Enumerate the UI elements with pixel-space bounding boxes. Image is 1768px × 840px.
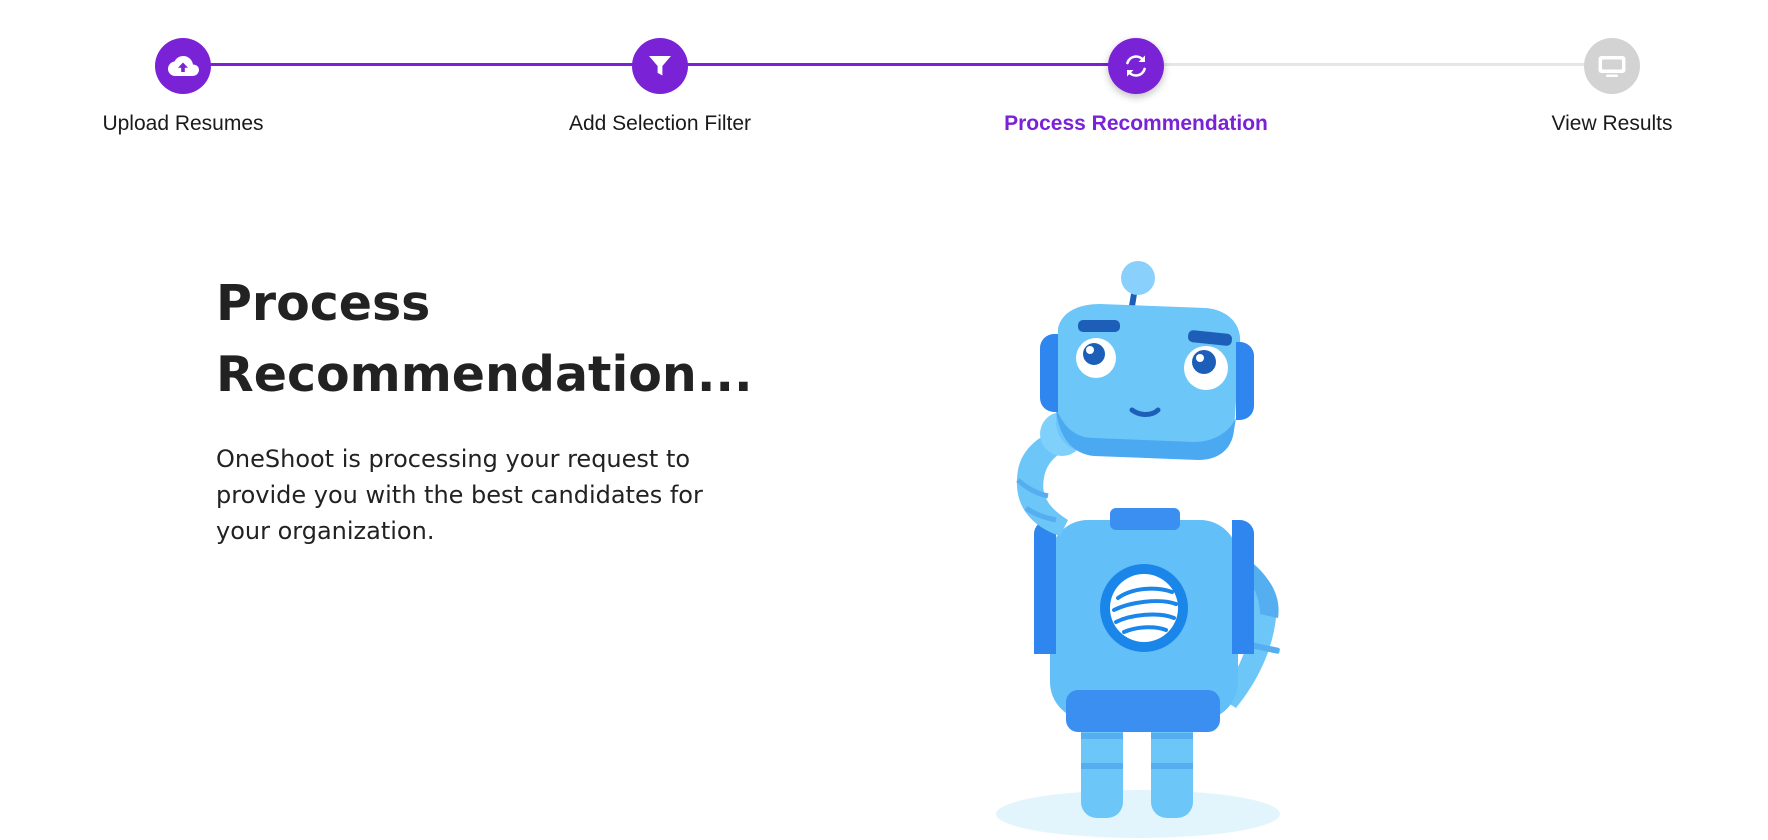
step-view-results[interactable]	[1584, 38, 1640, 94]
stepper-track-completed-1	[183, 63, 660, 66]
step-process-recommendation[interactable]	[1108, 38, 1164, 94]
step-add-selection-filter[interactable]	[632, 38, 688, 94]
step-label-upload-resumes: Upload Resumes	[102, 112, 264, 135]
cloud-upload-icon	[168, 56, 199, 76]
thinking-robot-illustration	[996, 261, 1280, 838]
step-label-add-selection-filter: Add Selection Filter	[568, 112, 752, 135]
stepper-track-pending	[1136, 63, 1612, 66]
process-recommendation-page: Upload Resumes Add Selection Filter Proc…	[0, 0, 1768, 840]
stepper-track-completed-2	[660, 63, 1136, 66]
filter-icon	[649, 56, 671, 76]
page-description: OneShoot is processing your request to p…	[216, 445, 703, 545]
sync-icon	[1126, 55, 1146, 77]
page-title: Process Recommendation...	[216, 275, 753, 403]
step-label-view-results: View Results	[1551, 112, 1673, 135]
monitor-icon	[1598, 56, 1626, 77]
step-upload-resumes[interactable]	[155, 38, 211, 94]
step-label-process-recommendation: Process Recommendation	[1004, 112, 1268, 135]
progress-stepper: Upload Resumes Add Selection Filter Proc…	[0, 0, 1768, 150]
